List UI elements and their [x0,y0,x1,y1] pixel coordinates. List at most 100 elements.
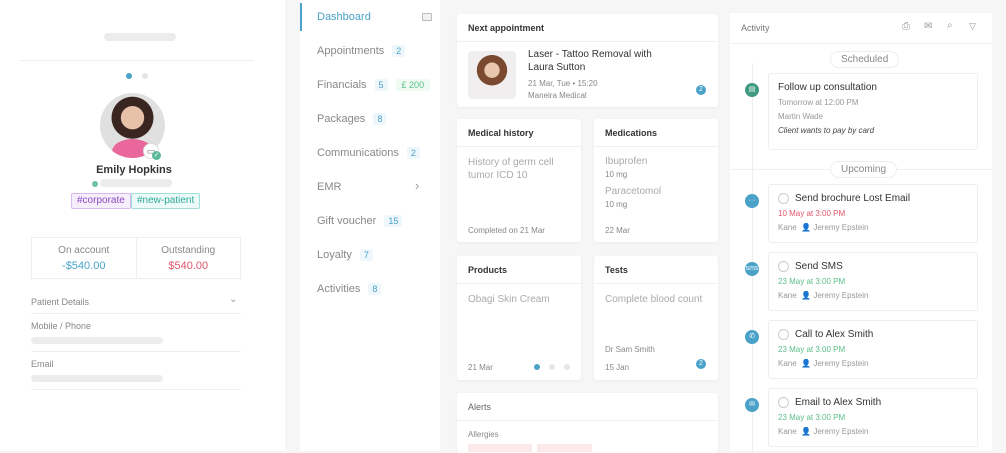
medication-dose: 10 mg [605,170,628,179]
activity-time: 23 May at 3:00 PM [778,413,846,422]
check-icon: ✓ [152,151,161,160]
activity-assignee: Jeremy Epstein [813,291,869,300]
medications-card[interactable]: Medications Ibuprofen 10 mg Paracetomol … [594,119,718,242]
product-name: Obagi Skin Cream [468,294,550,305]
nav-label: Communications [317,147,399,159]
nav-activities[interactable]: Activities 8 [317,283,382,295]
count-badge: 2 [392,45,406,57]
on-account-label: On account [58,245,110,256]
activity-title: Activity [741,23,770,33]
card-title: Alerts [457,393,718,421]
provider-photo [468,51,516,99]
appointment-service: Laser - Tattoo Removal with Laura Sutton [528,49,652,73]
carousel-dot-active[interactable] [126,73,132,79]
nav-gift-voucher[interactable]: Gift voucher 15 [317,215,403,227]
card-title: Medical history [457,119,581,147]
activity-assignee: Jeremy Epstein [813,427,869,436]
nav-appointments[interactable]: Appointments 2 [317,45,406,57]
nav-label: Activities [317,283,361,295]
count-badge: 2 [406,147,420,159]
tag-corporate[interactable]: #corporate [71,193,131,209]
sms-icon: sms [745,262,759,276]
products-card[interactable]: Products Obagi Skin Cream 21 Mar [457,256,581,380]
alerts-card[interactable]: Alerts Allergies [457,393,718,453]
complete-checkbox[interactable] [778,193,789,204]
status-dot [92,181,98,187]
activity-owner: Kane [778,427,797,436]
medical-history-card[interactable]: Medical history History of germ cell tum… [457,119,581,242]
nav-label: Financials [317,79,367,91]
placeholder-bar [104,33,176,41]
mobile-value [31,337,163,344]
nav-financials[interactable]: Financials 5 £ 200 [317,79,431,91]
nav-label: Packages [317,113,366,125]
nav-emr[interactable]: EMR [317,181,341,193]
nav-label: EMR [317,181,342,193]
calendar-icon: ▤ [745,83,759,97]
nav-label: Loyalty [317,249,352,261]
account-summary: On account -$540.00 Outstanding $540.00 [31,237,241,279]
amount-badge: £ 200 [395,79,431,91]
tag-new-patient[interactable]: #new-patient [131,193,201,209]
activity-time: 10 May at 3:00 PM [778,209,846,218]
nav-loyalty[interactable]: Loyalty 7 [317,249,373,261]
carousel-dot[interactable] [564,364,570,370]
nav-label: Appointments [317,45,385,57]
filter-icon[interactable]: ▽ [969,21,976,32]
carousel-dot[interactable] [549,364,555,370]
collapse-icon[interactable] [422,13,432,21]
tests-card[interactable]: Tests Complete blood count Dr Sam Smith … [594,256,718,380]
test-name: Complete blood count [605,294,703,305]
timeline-line [752,63,753,453]
user-icon: 👤 [801,427,812,436]
nav-communications[interactable]: Communications 2 [317,147,420,159]
carousel-dot-active[interactable] [534,364,540,370]
next-appointment-card[interactable]: Next appointment Laser - Tattoo Removal … [457,14,718,107]
nav-dashboard[interactable]: Dashboard [317,11,371,23]
complete-checkbox[interactable] [778,397,789,408]
chevron-down-icon[interactable]: ⌄ [229,294,237,305]
nav-label: Gift voucher [317,215,377,227]
card-title: Tests [594,256,718,284]
activity-panel: Activity ⎙ ✉ ⌕ ▽ Scheduled ▤ Follow up c… [730,13,992,453]
section-upcoming: Upcoming [830,161,898,178]
user-icon: 👤 [801,359,812,368]
patient-name: Emily Hopkins [96,164,172,176]
print-icon[interactable]: ⎙ [902,21,910,32]
chevron-right-icon[interactable]: › [415,178,419,193]
medication-name: Paracetomol [605,186,662,197]
activity-owner: Martin Wade [778,112,824,121]
medication-name: Ibuprofen [605,156,648,167]
on-account-value: -$540.00 [62,260,106,272]
medications-date: 22 Mar [605,226,630,235]
product-date: 21 Mar [468,363,493,372]
activity-item[interactable]: Email to Alex Smith 23 May at 3:00 PM Ka… [768,388,978,447]
search-icon[interactable]: ⌕ [947,20,953,31]
activity-owner: Kane [778,223,797,232]
activity-time: 23 May at 3:00 PM [778,277,846,286]
sidebar-nav: Dashboard Appointments 2 Financials 5 £ 200… [300,0,440,451]
outstanding-label: Outstanding [161,245,216,256]
activity-item-scheduled[interactable]: Follow up consultation Tomorrow at 12:00… [768,73,978,150]
patient-details-toggle[interactable]: Patient Details [31,297,89,307]
email-label: Email [31,359,54,369]
nav-packages[interactable]: Packages 8 [317,113,387,125]
history-date: Completed on 21 Mar [468,226,545,235]
activity-title: Send brochure Lost Email [795,193,911,204]
history-text: History of germ cell tumor ICD 10 [468,157,554,181]
activity-item[interactable]: Send SMS 23 May at 3:00 PM Kane 👤 Jeremy… [768,252,978,311]
activity-title: Email to Alex Smith [795,397,882,408]
medication-dose: 10 mg [605,200,628,209]
complete-checkbox[interactable] [778,261,789,272]
carousel-dot[interactable] [142,73,148,79]
activity-item[interactable]: Call to Alex Smith 23 May at 3:00 PM Kan… [768,320,978,379]
complete-checkbox[interactable] [778,329,789,340]
activity-title: Send SMS [795,261,843,272]
activity-item[interactable]: Send brochure Lost Email 10 May at 3:00 … [768,184,978,243]
envelope-icon[interactable]: ✉ [924,21,932,32]
patient-panel: ▭ ✓ Emily Hopkins #corporate #new-patien… [0,0,285,451]
appointment-datetime: 21 Mar, Tue • 15:20 [528,79,598,88]
count-badge: 7 [359,249,373,261]
outstanding-value: $540.00 [168,260,209,272]
allergies-label: Allergies [468,430,499,439]
